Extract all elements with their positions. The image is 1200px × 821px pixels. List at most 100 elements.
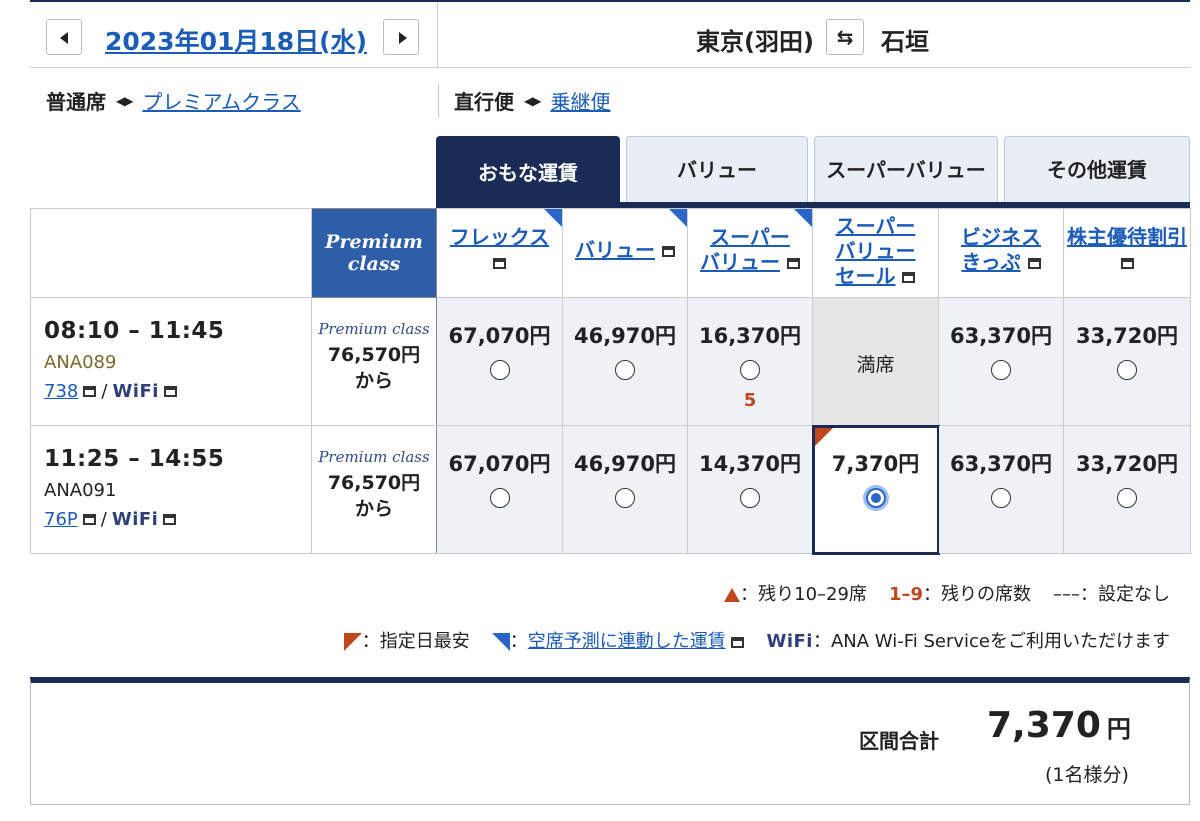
popup-window-icon[interactable] [1027,258,1041,269]
fare-price: 67,070円 [448,324,551,348]
fare-price: 16,370円 [698,324,802,348]
fare-header-super-value-sale: スーパー バリュー セール [812,208,939,298]
popup-window-icon[interactable] [731,636,745,648]
popup-window-icon[interactable] [786,258,800,269]
date-selector: 2023年01月18日(水) [30,2,438,68]
swap-route-button[interactable]: ⇆ [826,19,864,55]
total-panel: 区間合計 7,370 円 (1名様分) [30,677,1190,805]
fare-cell[interactable]: 67,070円 [436,297,563,426]
class-toggle: 普通席 ◀▶ プレミアムクラス [46,86,301,115]
fare-cell[interactable]: 67,070円 [436,425,563,554]
fare-header-link[interactable]: バリュー [836,239,916,263]
linked-fare-corner-icon [794,209,812,227]
fare-radio[interactable] [740,488,760,508]
fare-cell[interactable]: 33,720円 [1063,425,1191,554]
fare-header-link[interactable]: バリュー [700,250,780,274]
flight-row: 11:25 – 14:55 ANA091 76P / WiFi Premium … [30,424,1191,555]
origin-airport: 東京(羽田) [696,28,814,56]
fare-legend: ：指定日最安 ：空席予測に連動した運賃 WiFi：ANA Wi-Fi Servi… [343,627,1170,653]
fare-cell[interactable]: 46,970円 [562,297,688,426]
total-amount: 7,370 円 [987,705,1131,746]
tab-other-fares[interactable]: その他運賃 [1004,136,1190,202]
fare-radio[interactable] [740,360,760,380]
fare-cell[interactable]: 63,370円 [938,297,1064,426]
linked-fare-corner-icon [491,633,510,651]
toggle-arrows-icon: ◀▶ [116,93,133,108]
popup-window-icon[interactable] [661,246,675,257]
destination-airport: 石垣 [881,28,929,56]
class-alt-link[interactable]: プレミアムクラス [142,86,300,115]
direct-alt-link[interactable]: 乗継便 [550,86,610,115]
lowest-fare-corner-icon [815,428,833,446]
fare-header-business: ビジネス きっぷ [938,208,1064,298]
fare-cell[interactable]: 46,970円 [562,425,688,554]
seat-legend: ：残り10–29席 1–9：残りの席数 –––：設定なし [724,580,1170,606]
popup-window-icon[interactable] [82,514,96,525]
fare-header-link[interactable]: きっぷ [961,250,1020,274]
legend-seat-count: 1–9：残りの席数 [888,584,1031,605]
prev-day-button[interactable] [46,19,82,55]
fare-header-value: バリュー [562,208,688,298]
popup-window-icon[interactable] [83,386,97,397]
aircraft-link[interactable]: 738 [44,381,78,402]
toggle-arrows-icon: ◀▶ [524,93,541,108]
premium-class-mini-logo: Premium class [318,448,430,466]
date-link[interactable]: 2023年01月18日(水) [105,22,367,58]
linked-fare-link[interactable]: 空席予測に連動した運賃 [528,631,726,652]
fare-radio[interactable] [991,488,1011,508]
fare-cell[interactable]: 63,370円 [938,425,1064,554]
fare-header-link[interactable]: バリュー [575,238,655,262]
direct-current: 直行便 [454,90,514,114]
tab-main-fares[interactable]: おもな運賃 [436,136,620,208]
flight-number: ANA089 [44,352,117,373]
fare-price: 33,720円 [1075,452,1179,476]
tab-value[interactable]: バリュー [626,136,808,202]
fare-cell[interactable]: 16,370円 5 [687,297,813,426]
seats-remaining: 5 [743,390,757,411]
flight-header [30,208,312,298]
fare-radio-selected[interactable] [865,488,886,508]
route: 東京(羽田) ⇆ 石垣 [438,2,1190,68]
fare-radio[interactable] [991,360,1011,380]
fare-header-link[interactable]: スーパー [710,225,790,249]
fare-radio[interactable] [1117,360,1137,380]
premium-class-price[interactable]: Premium class 76,570円 から [311,425,437,554]
date-route-bar: 2023年01月18日(水) 東京(羽田) ⇆ 石垣 [30,0,1190,68]
separator: / [101,381,108,402]
filter-toggles: 普通席 ◀▶ プレミアムクラス 直行便 ◀▶ 乗継便 [30,84,1190,118]
fare-radio[interactable] [1117,488,1137,508]
fare-header-link[interactable]: 株主優待割引 [1067,225,1187,249]
fare-price: 46,970円 [573,452,677,476]
aircraft-link[interactable]: 76P [44,509,78,530]
next-day-button[interactable] [383,19,419,55]
fare-header-link[interactable]: セール [836,264,896,288]
equipment: 738 / WiFi [44,381,311,402]
total-label: 区間合計 [859,729,939,753]
fare-header-link[interactable]: スーパー [836,214,916,238]
fare-cell[interactable]: 14,370円 [687,425,813,554]
popup-window-icon[interactable] [163,514,177,525]
legend-wifi: WiFi：ANA Wi-Fi Serviceをご利用いただけます [766,631,1170,652]
fare-price: 63,370円 [949,452,1053,476]
fare-header-link[interactable]: フレックス [450,225,549,249]
premium-price: 76,570円 から [327,472,421,520]
flight-number: ANA091 [44,480,117,501]
popup-window-icon[interactable] [163,386,177,397]
fare-header-link[interactable]: ビジネス [961,225,1041,249]
fare-radio[interactable] [489,360,510,380]
fare-cell-selected[interactable]: 7,370円 [811,424,940,555]
warning-triangle-icon [724,588,741,602]
fare-radio[interactable] [615,488,635,508]
popup-window-icon[interactable] [493,258,506,269]
total-pax: (1名様分) [1045,764,1129,786]
premium-class-mini-logo: Premium class [318,320,430,338]
legend-not-set: –––：設定なし [1053,584,1170,605]
tab-super-value[interactable]: スーパーバリュー [814,136,998,202]
fare-radio[interactable] [489,488,510,508]
premium-class-price[interactable]: Premium class 76,570円 から [311,297,437,426]
fare-radio[interactable] [615,360,635,380]
wifi-icon: WiFi [112,381,159,402]
popup-window-icon[interactable] [902,272,916,283]
popup-window-icon[interactable] [1120,258,1134,269]
fare-cell[interactable]: 33,720円 [1063,297,1191,426]
